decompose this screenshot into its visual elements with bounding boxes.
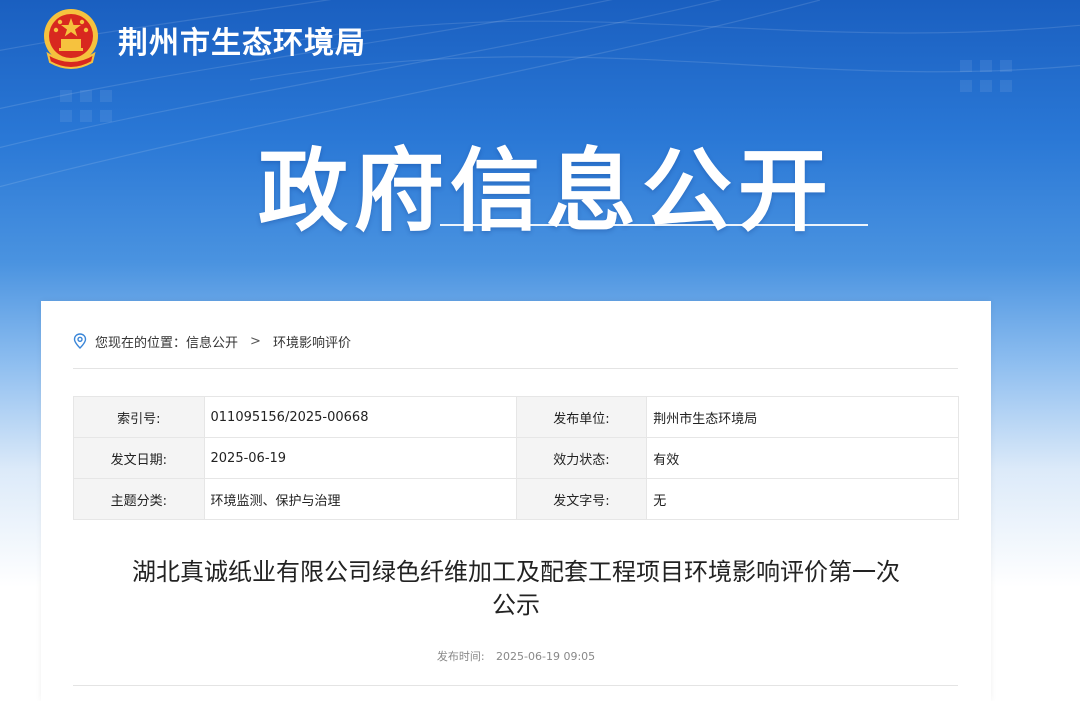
location-pin-icon: [73, 333, 87, 349]
table-row: 发文日期: 2025-06-19 效力状态: 有效: [73, 437, 959, 479]
meta-key-docno: 发文字号:: [515, 478, 648, 520]
document-meta-table: 索引号: 011095156/2025-00668 发布单位: 荆州市生态环境局…: [73, 396, 959, 520]
publish-time-label: 发布时间:: [436, 650, 485, 663]
article-title-line: 湖北真诚纸业有限公司绿色纤维加工及配套工程项目环境影响评价第一次: [132, 558, 900, 586]
breadcrumb-item-info-public[interactable]: 信息公开: [186, 332, 238, 351]
publish-time-value: 2025-06-19 09:05: [496, 650, 596, 663]
table-row: 索引号: 011095156/2025-00668 发布单位: 荆州市生态环境局: [73, 396, 959, 438]
meta-key-category: 主题分类:: [73, 478, 205, 520]
breadcrumb-divider: [73, 368, 958, 369]
site-title[interactable]: 荆州市生态环境局: [118, 18, 366, 62]
table-row: 主题分类: 环境监测、保护与治理 发文字号: 无: [73, 478, 959, 520]
hero-title: 政府信息公开: [258, 139, 834, 244]
meta-value-docno: 无: [646, 478, 959, 520]
content-card: 您现在的位置： 信息公开 > 环境影响评价 索引号: 011095156/202…: [41, 301, 991, 701]
hero-underline: [440, 224, 868, 226]
article-title-line: 公示: [492, 591, 540, 619]
breadcrumb-prefix: 您现在的位置：: [95, 335, 187, 351]
article-title: 湖北真诚纸业有限公司绿色纤维加工及配套工程项目环境影响评价第一次 公示: [71, 556, 961, 622]
meta-key-publisher: 发布单位:: [515, 396, 648, 438]
meta-value-publisher: 荆州市生态环境局: [646, 396, 959, 438]
meta-key-index: 索引号:: [73, 396, 205, 438]
content-divider: [73, 685, 958, 686]
meta-value-status: 有效: [646, 437, 959, 479]
meta-value-category: 环境监测、保护与治理: [203, 478, 517, 520]
breadcrumb-separator: >: [250, 333, 261, 349]
breadcrumb-item-eia[interactable]: 环境影响评价: [273, 332, 351, 351]
breadcrumb: 您现在的位置： 信息公开 > 环境影响评价: [73, 331, 351, 351]
meta-key-status: 效力状态:: [515, 437, 648, 479]
meta-value-index: 011095156/2025-00668: [203, 396, 517, 438]
meta-value-date: 2025-06-19: [203, 437, 517, 479]
publish-time: 发布时间: 2025-06-19 09:05: [41, 648, 991, 664]
national-emblem-icon: [44, 9, 98, 69]
meta-key-date: 发文日期:: [73, 437, 205, 479]
